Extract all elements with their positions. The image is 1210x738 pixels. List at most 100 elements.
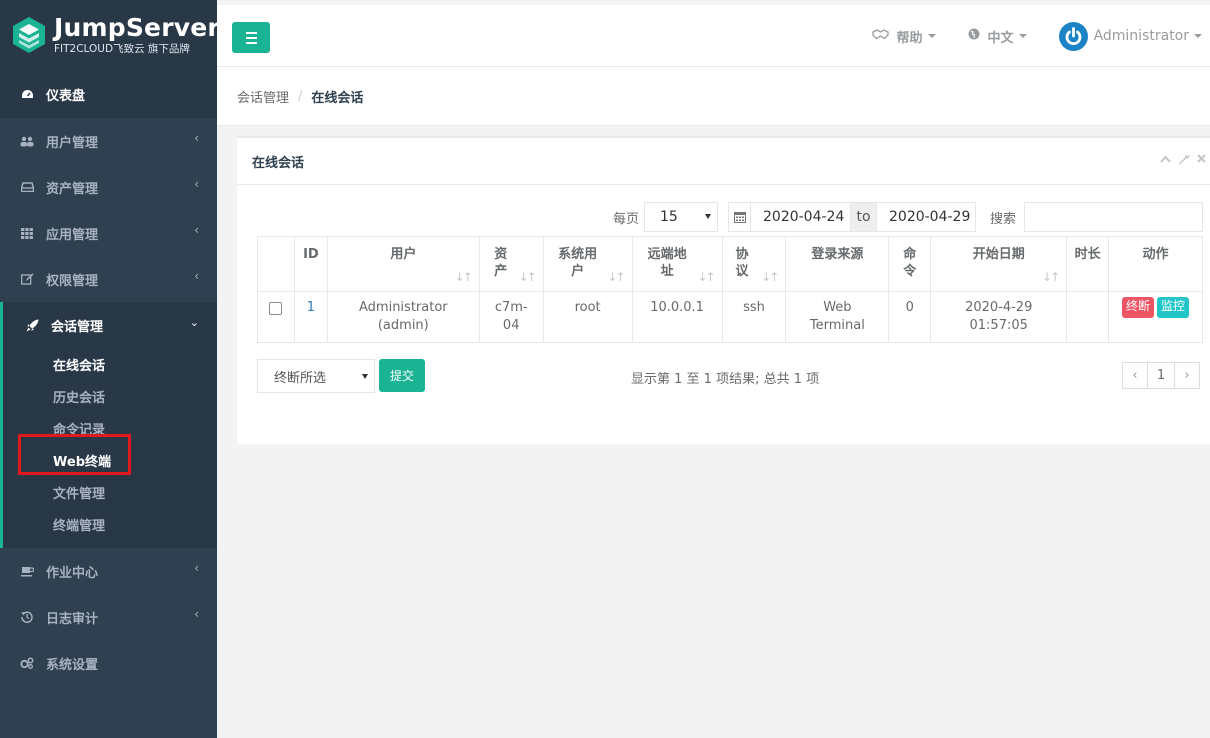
logo[interactable]: JumpServer FIT2CLOUD飞致云 旗下品牌 [0, 0, 220, 70]
col-header-remote-addr[interactable]: 远端地址 ↓↑ [631, 236, 723, 292]
sidebar-subitem-terminal-management[interactable]: 终端管理 [3, 508, 217, 540]
table-header-row: ID 用户 ↓↑ 资产 ↓↑ 系统用户 ↓↑ 远端地址 ↓↑ 协议 ↓↑ 登录来源 命令 … [257, 236, 1203, 292]
date-from-input[interactable]: 2020-04-24 [750, 202, 851, 232]
sidebar-item-users[interactable]: 用户管理 ‹ [0, 118, 217, 164]
sort-icon: ↓↑ [454, 270, 473, 284]
help-label: 帮助 [896, 30, 923, 46]
panel-title: 在线会话 [252, 155, 305, 171]
sidebar-item-label: 会话管理 [51, 319, 104, 335]
panel-tools [1160, 153, 1206, 168]
col-header-system-user[interactable]: 系统用户 ↓↑ [542, 236, 633, 292]
sidebar-item-sessions[interactable]: 会话管理 ⌄ [3, 302, 217, 348]
col-header-command[interactable]: 命令 [888, 236, 932, 292]
cell-asset: c7m-04 [478, 291, 544, 343]
dashboard-icon [20, 89, 34, 100]
cell-id-link[interactable]: 1 [293, 291, 328, 343]
pagination-info: 显示第 1 至 1 项结果; 总共 1 项 [631, 372, 820, 387]
sidebar-item-audits[interactable]: 日志审计 ‹ [0, 594, 217, 640]
row-checkbox-cell [257, 291, 295, 343]
col-header-asset[interactable]: 资产 ↓↑ [478, 236, 544, 292]
col-header-actions: 动作 [1108, 236, 1203, 292]
sidebar-subitem-command-records[interactable]: 命令记录 [3, 412, 217, 444]
globe-icon [968, 28, 980, 44]
row-checkbox[interactable] [269, 302, 283, 315]
sidebar-item-label: 应用管理 [46, 227, 99, 243]
select-arrow-icon [705, 214, 711, 219]
submit-button[interactable]: 提交 [379, 359, 425, 392]
bulk-action-select[interactable]: 终断所选 [257, 359, 375, 393]
col-header-duration[interactable]: 时长 [1066, 236, 1110, 292]
sidebar-item-label: 仪表盘 [46, 88, 86, 104]
sidebar-item-permissions[interactable]: 权限管理 ‹ [0, 256, 217, 302]
sort-icon: ↓↑ [1042, 270, 1060, 284]
sidebar-item-label: 系统设置 [46, 657, 99, 673]
top-navbar: 帮助 中文 Administrator [217, 0, 1210, 67]
sort-icon: ↓↑ [607, 270, 626, 284]
sort-icon: ↓↑ [761, 270, 779, 284]
per-page-value: 15 [660, 209, 678, 225]
th-icon [20, 227, 34, 239]
cell-system-user: root [542, 291, 633, 343]
user-dropdown[interactable]: Administrator [1058, 21, 1202, 51]
cell-actions: 终断 监控 [1108, 291, 1203, 343]
monitor-button[interactable]: 监控 [1157, 297, 1190, 318]
wrench-icon[interactable] [1178, 153, 1190, 168]
brand-title: JumpServer [54, 13, 220, 43]
sidebar-item-assets[interactable]: 资产管理 ‹ [0, 164, 217, 210]
sidebar-subitem-web-terminal[interactable]: Web终端 [3, 444, 217, 476]
help-dropdown[interactable]: 帮助 [871, 27, 936, 46]
chevron-left-icon: ‹ [194, 131, 199, 145]
date-to-input[interactable]: 2020-04-29 [876, 202, 976, 232]
sidebar-subitem-online-sessions[interactable]: 在线会话 [3, 348, 217, 380]
search-input[interactable] [1024, 202, 1203, 232]
pagination-page-button[interactable]: 1 [1147, 362, 1175, 389]
breadcrumb-parent[interactable]: 会话管理 [237, 87, 289, 106]
sidebar-item-label: 权限管理 [46, 273, 99, 289]
chevron-left-icon: ‹ [194, 269, 199, 283]
sidebar-group-sessions: 会话管理 ⌄ 在线会话 历史会话 命令记录 Web终端 文件管理 终端管理 [0, 302, 217, 548]
sidebar-subitem-file-management[interactable]: 文件管理 [3, 476, 217, 508]
pagination-next-button[interactable]: › [1174, 362, 1200, 389]
caret-down-icon [1018, 34, 1027, 38]
cell-login-from: Web Terminal [785, 291, 890, 343]
chevron-up-icon[interactable] [1160, 153, 1171, 168]
sidebar-item-jobs[interactable]: 作业中心 ‹ [0, 548, 217, 594]
select-arrow-icon [362, 374, 368, 379]
col-header-login-from[interactable]: 登录来源 [785, 236, 890, 292]
select-all-header [257, 236, 295, 292]
language-dropdown[interactable]: 中文 [968, 27, 1027, 46]
col-header-date-start[interactable]: 开始日期 ↓↑ [930, 236, 1068, 292]
cell-remote-addr: 10.0.0.1 [631, 291, 723, 343]
sidebar-item-applications[interactable]: 应用管理 ‹ [0, 210, 217, 256]
breadcrumb-current: 在线会话 [311, 90, 364, 106]
menu-toggle-button[interactable] [232, 22, 270, 53]
sidebar-item-label: 用户管理 [46, 135, 99, 151]
per-page-select[interactable]: 15 [644, 202, 718, 232]
close-icon[interactable] [1197, 153, 1206, 168]
col-header-user[interactable]: 用户 ↓↑ [326, 236, 480, 292]
bulk-action-value: 终断所选 [274, 370, 327, 386]
handshake-icon [871, 28, 889, 44]
sidebar-item-settings[interactable]: 系统设置 [0, 640, 217, 686]
sidebar-item-label: 日志审计 [46, 611, 99, 627]
sidebar-item-dashboard[interactable]: 仪表盘 [0, 70, 217, 118]
chevron-down-icon: ⌄ [189, 316, 199, 329]
chevron-left-icon: ‹ [194, 607, 199, 621]
jumpserver-logo-icon [12, 16, 46, 54]
coffee-icon [20, 566, 34, 577]
caret-down-icon [1194, 34, 1202, 38]
sidebar-subitem-history-sessions[interactable]: 历史会话 [3, 380, 217, 412]
caret-down-icon [927, 34, 936, 38]
col-header-protocol[interactable]: 协议 ↓↑ [721, 236, 787, 292]
terminate-button[interactable]: 终断 [1122, 297, 1155, 318]
search-label: 搜索 [990, 212, 1017, 227]
sort-icon: ↓↑ [697, 270, 715, 284]
sidebar-item-label: 资产管理 [46, 181, 99, 197]
cell-duration [1066, 291, 1110, 343]
pagination-prev-button[interactable]: ‹ [1122, 362, 1148, 389]
cell-date-start: 2020-4-29 01:57:05 [930, 291, 1068, 343]
per-page-label: 每页 [613, 212, 640, 227]
breadcrumb-separator: / [298, 88, 303, 104]
chevron-left-icon: ‹ [194, 223, 199, 237]
col-header-id[interactable]: ID [293, 236, 328, 292]
